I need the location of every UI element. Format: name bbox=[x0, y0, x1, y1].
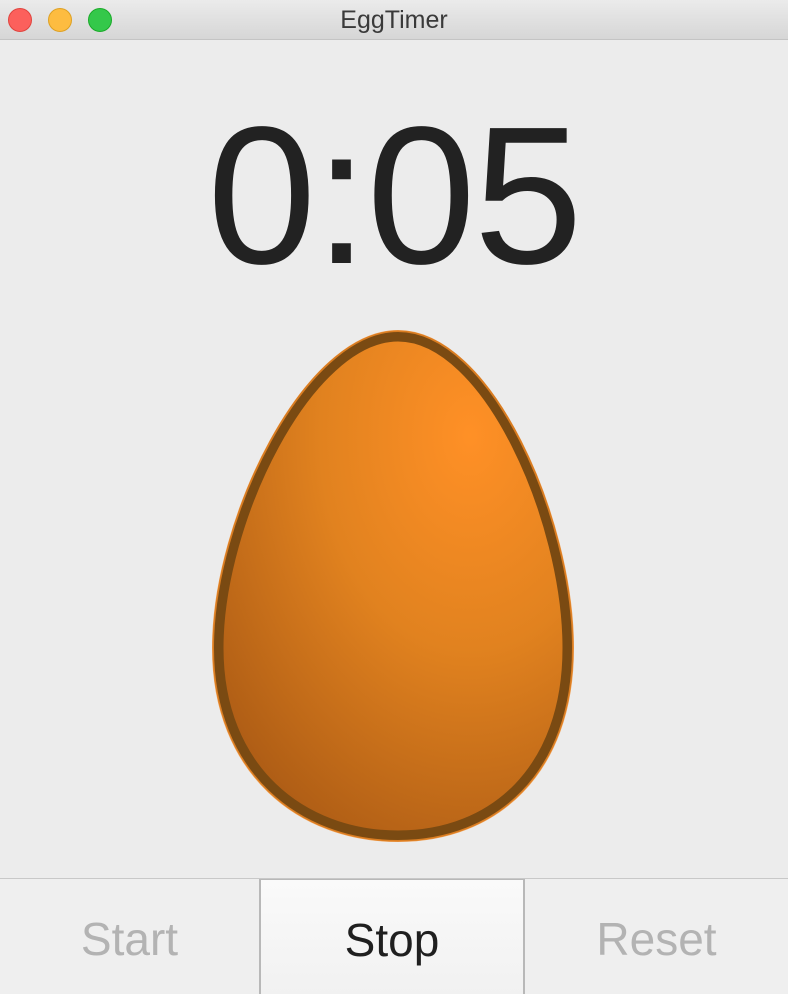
egg-timer-window: EggTimer 0:05 Start Stop Reset bbox=[0, 0, 788, 994]
stop-button[interactable]: Stop bbox=[259, 879, 525, 994]
timer-display: 0:05 bbox=[207, 86, 582, 305]
reset-button[interactable]: Reset bbox=[525, 879, 788, 994]
window-title: EggTimer bbox=[340, 6, 448, 34]
control-bar: Start Stop Reset bbox=[0, 878, 788, 994]
start-button[interactable]: Start bbox=[0, 879, 259, 994]
egg-shell bbox=[212, 330, 574, 842]
title-bar[interactable]: EggTimer bbox=[0, 0, 788, 40]
egg-icon bbox=[211, 330, 575, 842]
